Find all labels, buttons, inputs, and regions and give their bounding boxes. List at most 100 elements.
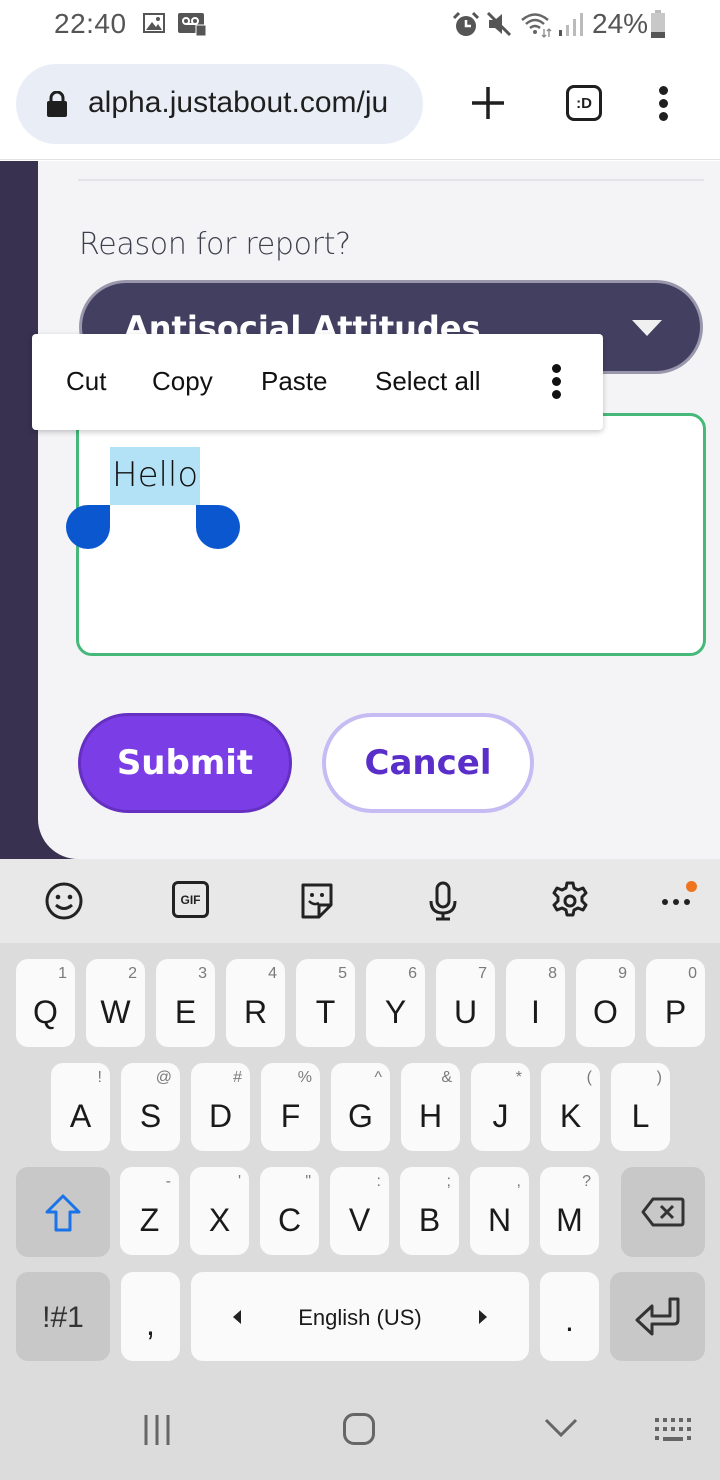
- key-hint: ^: [374, 1069, 382, 1086]
- back-icon[interactable]: [544, 1417, 578, 1439]
- key-l[interactable]: ) L: [611, 1063, 670, 1151]
- key-a[interactable]: ! A: [51, 1063, 110, 1151]
- shift-icon: [45, 1194, 81, 1232]
- status-time: 22:40: [54, 8, 127, 39]
- menu-item-select-all[interactable]: Select all: [375, 366, 481, 397]
- key-hint: -: [165, 1173, 171, 1190]
- emoji-icon[interactable]: [44, 881, 84, 921]
- key-hint: ,: [516, 1173, 521, 1190]
- enter-key[interactable]: [610, 1272, 705, 1361]
- more-vert-icon[interactable]: [548, 364, 564, 400]
- sticker-icon[interactable]: [297, 881, 337, 921]
- report-card: Reason for report? Antisocial Attitudes …: [38, 161, 720, 859]
- key-z[interactable]: -Z: [120, 1167, 179, 1255]
- menu-item-paste[interactable]: Paste: [261, 366, 328, 397]
- key-label: N: [487, 1202, 512, 1238]
- key-label: D: [208, 1098, 233, 1134]
- notification-dot: [686, 881, 697, 892]
- wifi-icon: [521, 13, 552, 38]
- backspace-key[interactable]: [621, 1167, 705, 1257]
- divider: [78, 179, 704, 181]
- plus-icon[interactable]: [470, 85, 506, 121]
- selection-handle-end[interactable]: [196, 505, 240, 549]
- key-b[interactable]: ; B: [400, 1167, 459, 1255]
- key-e[interactable]: 3E: [156, 959, 215, 1047]
- key-p[interactable]: 0P: [646, 959, 705, 1047]
- key-hint: 2: [128, 965, 137, 982]
- key-i[interactable]: 8I: [506, 959, 565, 1047]
- key-r[interactable]: 4R: [226, 959, 285, 1047]
- key-hint: &: [441, 1069, 452, 1086]
- key-label: G: [348, 1098, 373, 1134]
- key-label: E: [174, 994, 197, 1030]
- key-f[interactable]: % F: [261, 1063, 320, 1151]
- key-hint: @: [155, 1069, 172, 1086]
- tab-switcher-button[interactable]: :D: [566, 85, 602, 121]
- comma-key[interactable]: ,: [121, 1272, 180, 1361]
- key-hint: 5: [338, 965, 347, 982]
- cancel-button[interactable]: Cancel: [322, 713, 534, 813]
- browser-toolbar: alpha.justabout.com/ju :D: [0, 50, 720, 160]
- key-label: A: [69, 1098, 92, 1134]
- space-key[interactable]: English (US): [191, 1272, 529, 1361]
- key-k[interactable]: (K: [541, 1063, 600, 1151]
- keyboard-switch-icon[interactable]: [654, 1417, 692, 1445]
- backspace-icon: [641, 1197, 685, 1227]
- key-y[interactable]: 6Y: [366, 959, 425, 1047]
- mic-icon[interactable]: [423, 881, 463, 921]
- key-v[interactable]: :V: [330, 1167, 389, 1255]
- battery-icon: [651, 10, 665, 38]
- home-icon[interactable]: [343, 1413, 375, 1445]
- key-j[interactable]: * J: [471, 1063, 530, 1151]
- key-label: P: [664, 994, 687, 1030]
- url-text[interactable]: alpha.justabout.com/ju: [88, 86, 420, 120]
- selected-text[interactable]: Hello: [110, 447, 201, 505]
- key-o[interactable]: 9O: [576, 959, 635, 1047]
- key-label: X: [208, 1202, 231, 1238]
- key-h[interactable]: & H: [401, 1063, 460, 1151]
- key-label: M: [556, 1202, 583, 1238]
- settings-icon[interactable]: [550, 881, 590, 921]
- key-x[interactable]: ' X: [190, 1167, 249, 1255]
- key-hint: 3: [198, 965, 207, 982]
- menu-item-copy[interactable]: Copy: [152, 366, 213, 397]
- key-u[interactable]: 7U: [436, 959, 495, 1047]
- recents-icon[interactable]: [142, 1413, 174, 1447]
- gif-icon[interactable]: GIF: [172, 881, 209, 918]
- key-label: R: [243, 994, 268, 1030]
- menu-item-cut[interactable]: Cut: [66, 366, 106, 397]
- key-label: U: [453, 994, 478, 1030]
- key-w[interactable]: 2W: [86, 959, 145, 1047]
- key-label: V: [348, 1202, 371, 1238]
- more-vert-icon[interactable]: [656, 86, 670, 122]
- symbols-key[interactable]: !#1: [16, 1272, 110, 1361]
- key-n[interactable]: ,N: [470, 1167, 529, 1255]
- key-hint: ": [305, 1173, 311, 1190]
- key-c[interactable]: " C: [260, 1167, 319, 1255]
- key-hint: ': [237, 1173, 241, 1190]
- key-t[interactable]: 5T: [296, 959, 355, 1047]
- key-s[interactable]: @ S: [121, 1063, 180, 1151]
- key-label: W: [100, 994, 131, 1030]
- key-q[interactable]: 1Q: [16, 959, 75, 1047]
- key-g[interactable]: ^ G: [331, 1063, 390, 1151]
- page-content: Reason for report? Antisocial Attitudes …: [0, 161, 720, 859]
- key-d[interactable]: # D: [191, 1063, 250, 1151]
- key-hint: 4: [268, 965, 277, 982]
- key-label: I: [531, 994, 540, 1030]
- status-bar: 22:40 24%: [0, 0, 720, 50]
- key-label: L: [631, 1098, 650, 1134]
- alarm-icon: [452, 11, 480, 36]
- period-key[interactable]: .: [540, 1272, 599, 1361]
- shift-key[interactable]: [16, 1167, 110, 1257]
- key-label: Q: [33, 994, 58, 1030]
- key-hint: 7: [478, 965, 487, 982]
- url-bar[interactable]: alpha.justabout.com/ju: [16, 64, 423, 144]
- more-horiz-icon[interactable]: [660, 881, 697, 921]
- submit-button[interactable]: Submit: [78, 713, 292, 813]
- selection-handle-start[interactable]: [66, 505, 110, 549]
- key-m[interactable]: ? M: [540, 1167, 599, 1255]
- key-hint: ?: [582, 1173, 591, 1190]
- reason-label: Reason for report?: [79, 227, 351, 262]
- language-next-icon: [479, 1310, 487, 1324]
